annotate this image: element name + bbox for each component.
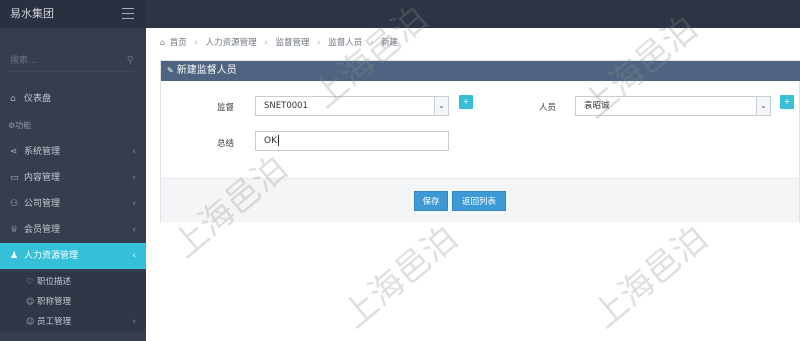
breadcrumb-separator: ›	[317, 38, 321, 48]
sidebar-item-hr[interactable]: ♟ 人力资源管理 ‹	[0, 243, 146, 269]
user-icon: ☺	[26, 297, 35, 306]
person-value: 袁昭诚	[584, 101, 610, 111]
sidebar: 搜索... ⚲ ⌂ 仪表盘 ⚙功能 ⋖ 系统管理 ‹ ▭ 内容管理 ‹ ⚇ 公司管理 ‹ ♕ 会…	[0, 28, 146, 341]
sidebar-item-label: 内容管理	[24, 173, 61, 183]
edit-icon: ✎	[167, 66, 174, 75]
supervisor-value: SNET0001	[264, 101, 308, 111]
panel-title: 新建监督人员	[176, 65, 237, 76]
sidebar-subitem-label: 职位描述	[37, 277, 72, 287]
watermark: 上海邑泊	[335, 218, 466, 337]
chevron-left-icon: ‹	[132, 147, 136, 157]
add-person-button[interactable]: +	[780, 95, 794, 109]
supervisor-select[interactable]: SNET0001 ⌄	[255, 96, 449, 116]
section-label-text: 功能	[15, 121, 32, 130]
sidebar-item-label: 人力资源管理	[24, 251, 79, 261]
sidebar-subitem-label: 职称管理	[37, 297, 72, 307]
users-icon: ♟	[10, 251, 19, 261]
chevron-down-icon: ⌄	[756, 97, 770, 115]
hamburger-icon[interactable]	[122, 8, 134, 19]
breadcrumb-supervisors[interactable]: 监督人员	[328, 38, 362, 48]
sidebar-item-label: 公司管理	[24, 199, 61, 209]
breadcrumb-home[interactable]: 首页	[170, 38, 187, 48]
section-label: ⚙功能	[8, 120, 31, 131]
supervisor-label: 监督	[217, 103, 235, 113]
person-select[interactable]: 袁昭诚 ⌄	[575, 96, 771, 116]
sidebar-item-label: 仪表盘	[24, 94, 52, 104]
sidebar-item-system[interactable]: ⋖ 系统管理 ‹	[0, 139, 146, 165]
sidebar-item-member[interactable]: ♕ 会员管理 ‹	[0, 217, 146, 243]
sidebar-subitem-title-management[interactable]: ☺ 职称管理	[0, 292, 146, 312]
sidebar-subitem-job-description[interactable]: ♡ 职位描述	[0, 272, 146, 292]
action-bar: 保存 返回列表	[161, 178, 799, 222]
breadcrumb-current: 新建	[381, 38, 399, 48]
person-label: 人员	[539, 103, 557, 113]
summary-value: OK	[264, 136, 277, 146]
sidebar-subitem-label: 员工管理	[37, 317, 72, 327]
sidebar-item-company[interactable]: ⚇ 公司管理 ‹	[0, 191, 146, 217]
search-input[interactable]: 搜索... ⚲	[6, 50, 138, 72]
sidebar-item-content[interactable]: ▭ 内容管理 ‹	[0, 165, 146, 191]
sidebar-item-label: 会员管理	[24, 225, 61, 235]
breadcrumb-separator: ›	[369, 38, 374, 48]
chevron-left-icon: ‹	[132, 251, 136, 261]
sidebar-item-label: 系统管理	[24, 147, 61, 157]
search-placeholder: 搜索...	[10, 56, 37, 66]
summary-input[interactable]: OK	[255, 131, 449, 151]
create-supervisor-panel: ✎ 新建监督人员 监督 SNET0001 ⌄ + 人员 袁昭诚 ⌄ + 总结 OK…	[160, 60, 800, 222]
user-icon: ☺	[26, 317, 35, 326]
breadcrumb-supervision[interactable]: 监督管理	[275, 38, 309, 48]
summary-label: 总结	[217, 139, 235, 149]
graduation-icon: ♕	[10, 225, 19, 235]
sitemap-icon: ⚇	[10, 199, 19, 209]
chevron-down-icon: ⌄	[434, 97, 448, 115]
share-icon: ⋖	[10, 147, 18, 157]
top-bar: 易水集团	[0, 0, 800, 28]
chevron-left-icon: ‹	[132, 225, 136, 235]
home-icon: ⌂	[10, 94, 16, 104]
home-icon: ⌂	[160, 38, 166, 47]
panel-header: ✎ 新建监督人员	[161, 61, 800, 81]
breadcrumb-separator: ›	[194, 38, 198, 48]
watermark: 上海邑泊	[585, 218, 716, 337]
text-caret	[278, 135, 279, 146]
breadcrumb-hr[interactable]: 人力资源管理	[206, 38, 257, 48]
add-supervisor-button[interactable]: +	[459, 95, 473, 109]
back-to-list-button[interactable]: 返回列表	[452, 191, 506, 211]
sidebar-subitem-employee-management[interactable]: ☺ 员工管理 ‹	[0, 312, 146, 332]
save-button[interactable]: 保存	[414, 191, 448, 211]
chevron-left-icon: ‹	[132, 317, 136, 327]
plus-icon: +	[462, 97, 470, 106]
chevron-left-icon: ‹	[132, 199, 136, 209]
breadcrumb-separator: ›	[264, 38, 268, 48]
chevron-left-icon: ‹	[132, 173, 136, 183]
card-icon: ▭	[10, 173, 19, 183]
sidebar-item-dashboard[interactable]: ⌂ 仪表盘	[0, 86, 146, 112]
plus-icon: +	[783, 97, 791, 106]
breadcrumb: ⌂ 首页 › 人力资源管理 › 监督管理 › 监督人员 › 新建	[160, 36, 398, 50]
search-icon[interactable]: ⚲	[127, 50, 134, 72]
heart-icon: ♡	[26, 277, 34, 286]
